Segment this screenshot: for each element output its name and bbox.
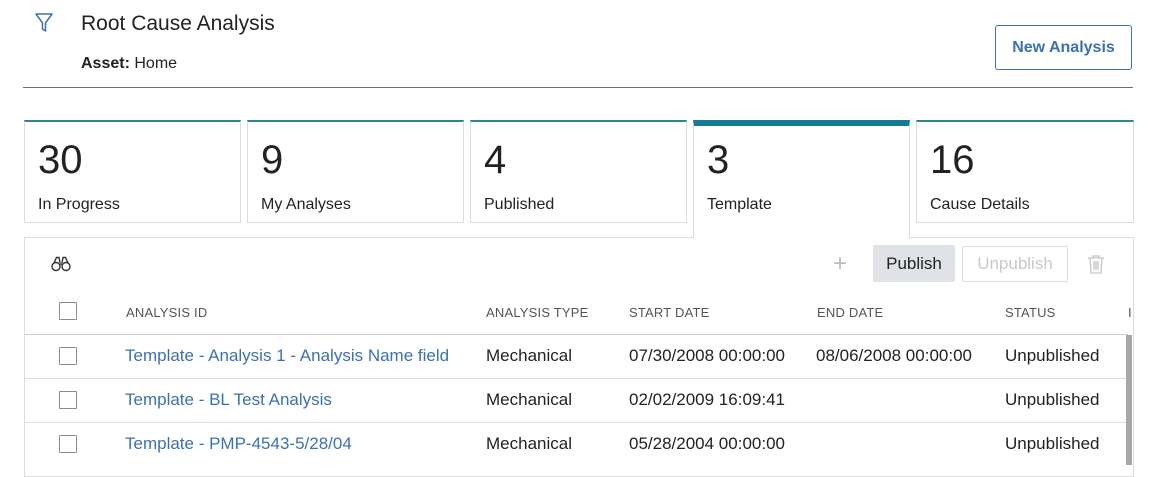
new-analysis-button[interactable]: New Analysis — [995, 25, 1132, 70]
tile-count: 16 — [930, 138, 975, 182]
analysis-type-cell: Mechanical — [486, 434, 572, 453]
tile-label: In Progress — [38, 196, 120, 213]
tile-label: Published — [484, 196, 555, 213]
binoculars-icon[interactable] — [51, 256, 71, 272]
analysis-id-link[interactable]: Template - BL Test Analysis — [125, 390, 332, 410]
status-cell: Unpublished — [1005, 346, 1100, 365]
active-tab-connector — [694, 236, 909, 239]
header-divider — [23, 87, 1133, 88]
start-date-cell: 07/30/2008 00:00:00 — [629, 346, 785, 365]
analysis-id-link[interactable]: Template - PMP-4543-5/28/04 — [125, 434, 352, 454]
tile-published[interactable]: 4 Published — [470, 120, 687, 223]
header-divider-line — [25, 334, 1128, 335]
row-divider — [25, 378, 1128, 379]
row-checkbox[interactable] — [59, 391, 77, 409]
publish-button[interactable]: Publish — [873, 245, 955, 282]
row-checkbox[interactable] — [59, 347, 77, 365]
analysis-id-link[interactable]: Template - Analysis 1 - Analysis Name fi… — [125, 346, 449, 366]
column-header-analysis-type[interactable]: ANALYSIS TYPE — [486, 305, 589, 320]
start-date-cell: 02/02/2009 16:09:41 — [629, 390, 785, 409]
column-header-analysis-id[interactable]: ANALYSIS ID — [126, 305, 207, 320]
tile-label: Template — [707, 196, 772, 213]
tile-count: 3 — [707, 138, 730, 182]
row-divider — [25, 422, 1128, 423]
page-title: Root Cause Analysis — [81, 12, 275, 35]
column-header-truncated[interactable]: I — [1128, 305, 1132, 320]
column-header-status[interactable]: STATUS — [1005, 305, 1056, 320]
tile-count: 9 — [261, 138, 284, 182]
status-cell: Unpublished — [1005, 390, 1100, 409]
column-header-end-date[interactable]: END DATE — [817, 305, 883, 320]
start-date-cell: 05/28/2004 00:00:00 — [629, 434, 785, 453]
tile-label: My Analyses — [261, 196, 351, 213]
select-all-checkbox[interactable] — [59, 302, 77, 320]
plus-icon[interactable]: + — [833, 250, 847, 278]
filter-icon[interactable] — [34, 12, 54, 34]
tile-template[interactable]: 3 Template — [693, 120, 910, 238]
tile-label: Cause Details — [930, 196, 1030, 213]
column-header-start-date[interactable]: START DATE — [629, 305, 710, 320]
status-cell: Unpublished — [1005, 434, 1100, 453]
analysis-type-cell: Mechanical — [486, 390, 572, 409]
end-date-cell: 08/06/2008 00:00:00 — [816, 346, 972, 365]
vertical-scrollbar[interactable] — [1126, 335, 1132, 465]
trash-icon[interactable] — [1087, 254, 1105, 274]
tile-count: 30 — [38, 138, 83, 182]
asset-info: Asset: Home — [81, 55, 177, 73]
asset-value: Home — [134, 55, 178, 72]
row-checkbox[interactable] — [59, 435, 77, 453]
unpublish-button[interactable]: Unpublish — [962, 246, 1068, 282]
tile-cause-details[interactable]: 16 Cause Details — [916, 120, 1134, 223]
analysis-type-cell: Mechanical — [486, 346, 572, 365]
asset-label: Asset: — [81, 55, 130, 72]
tile-my-analyses[interactable]: 9 My Analyses — [247, 120, 464, 223]
tile-in-progress[interactable]: 30 In Progress — [24, 120, 241, 223]
tile-count: 4 — [484, 138, 507, 182]
